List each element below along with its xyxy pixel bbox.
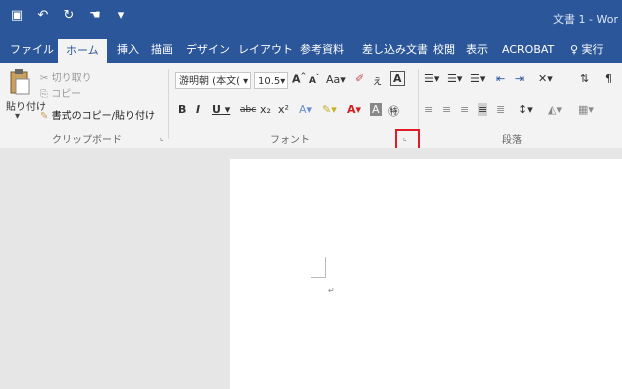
clear-format-icon[interactable]: ✐ [355,72,364,85]
borders-icon[interactable]: ▦▾ [578,103,594,116]
text-effects-icon[interactable]: A▾ [299,103,312,116]
distributed-icon[interactable]: ≣ [496,103,505,116]
align-right-icon[interactable]: ≡ [460,103,469,116]
format-painter-icon: ✎ [40,111,49,122]
clipboard-group-label: クリップボード [52,135,122,146]
enclose-characters-icon[interactable]: ㊕ [388,103,399,119]
ribbon-tabs: ファイル ホーム 挿入 描画 デザイン レイアウト 参考資料 差し込み文書 校閲… [0,37,622,63]
character-shading-icon[interactable]: A [370,103,382,116]
tab-file[interactable]: ファイル [10,37,54,63]
tab-tell-me[interactable]: ♀ 実行 [570,37,604,63]
shrink-font-label: A [309,76,316,86]
cut-icon: ✂ [40,73,49,84]
line-spacing-icon[interactable]: ↕▾ [518,103,533,116]
highlight-color-icon[interactable]: ✎▾ [322,103,337,116]
tab-mailings[interactable]: 差し込み文書 [362,37,428,63]
bullets-icon[interactable]: ☰▾ [424,72,439,85]
sort-icon[interactable]: ⇅ [580,72,589,85]
font-name-combo[interactable]: 游明朝 (本文( ▾ [175,72,251,89]
increase-indent-icon[interactable]: ⇥ [515,72,524,85]
separator [168,69,169,139]
save-icon[interactable]: ▣ [10,8,24,23]
font-group-label: フォント [270,135,310,146]
title-bar: ▣ ↶ ↻ ☚ ▾ 文書 1 - Wor [0,0,622,37]
redo-icon[interactable]: ↻ [62,8,76,23]
document-page[interactable] [230,159,622,389]
show-marks-icon[interactable]: ¶ [605,72,612,85]
margin-corner-mark [311,257,326,278]
tab-home[interactable]: ホーム [58,39,107,63]
tab-references[interactable]: 参考資料 [300,37,344,63]
font-color-icon[interactable]: A▾ [347,103,361,116]
change-case-button[interactable]: Aa▾ [326,73,346,86]
undo-icon[interactable]: ↶ [36,8,50,23]
numbering-icon[interactable]: ☰▾ [447,72,462,85]
tab-acrobat[interactable]: ACROBAT [502,37,554,63]
phonetic-guide-icon[interactable]: ぇ [372,72,383,88]
cut-label: 切り取り [51,73,92,84]
shrink-font-button[interactable]: Aˇ [309,74,319,86]
bold-button[interactable]: B [178,103,186,116]
paste-dropdown-icon[interactable]: ▾ [15,111,20,122]
italic-button[interactable]: I [196,103,200,116]
ribbon: 貼り付け ▾ ✂ 切り取り ⎘ コピー ✎ 書式のコピー/貼り付け クリップボー… [0,63,622,149]
tab-design[interactable]: デザイン [186,37,230,63]
copy-button[interactable]: ⎘ コピー [40,85,81,100]
tab-view[interactable]: 表示 [466,37,488,63]
font-name-value: 游明朝 (本文( [179,76,240,87]
quick-access-toolbar: ▣ ↶ ↻ ☚ ▾ [10,8,128,23]
underline-label: U [212,103,221,116]
tab-insert[interactable]: 挿入 [117,37,139,63]
paragraph-mark-icon: ↵ [328,286,335,295]
cut-button[interactable]: ✂ 切り取り [40,69,92,84]
format-painter-label: 書式のコピー/貼り付け [51,111,155,122]
shading-icon[interactable]: ◭▾ [548,103,562,116]
change-case-label: Aa [326,73,341,86]
asian-layout-icon[interactable]: ✕▾ [538,72,553,85]
font-size-value: 10.5 [258,76,281,87]
underline-button[interactable]: U ▾ [212,103,230,116]
tab-review[interactable]: 校閲 [433,37,455,63]
tab-draw[interactable]: 描画 [151,37,173,63]
paragraph-group-label: 段落 [502,135,522,146]
tab-layout[interactable]: レイアウト [238,37,293,63]
paste-icon[interactable] [10,69,30,95]
align-left-icon[interactable]: ≡ [424,103,433,116]
align-center-icon[interactable]: ≡ [442,103,451,116]
grow-font-button[interactable]: A^ [292,72,306,86]
character-border-icon[interactable]: A [390,71,405,86]
decrease-indent-icon[interactable]: ⇤ [496,72,505,85]
multilevel-list-icon[interactable]: ☰▾ [470,72,485,85]
superscript-button[interactable]: x² [278,103,289,116]
format-painter-button[interactable]: ✎ 書式のコピー/貼り付け [40,107,155,122]
strikethrough-button[interactable]: abc [240,105,256,115]
font-size-combo[interactable]: 10.5▾ [254,72,288,89]
copy-icon: ⎘ [40,89,48,100]
subscript-button[interactable]: x₂ [260,103,271,116]
justify-icon[interactable]: ≡ [478,103,488,116]
customize-qat-icon[interactable]: ▾ [114,8,128,23]
grow-font-label: A [292,72,301,86]
clipboard-launcher-icon[interactable]: ⌞ [160,133,164,142]
touch-mode-icon[interactable]: ☚ [88,8,102,23]
document-title: 文書 1 - Wor [553,13,618,26]
copy-label: コピー [51,89,82,100]
